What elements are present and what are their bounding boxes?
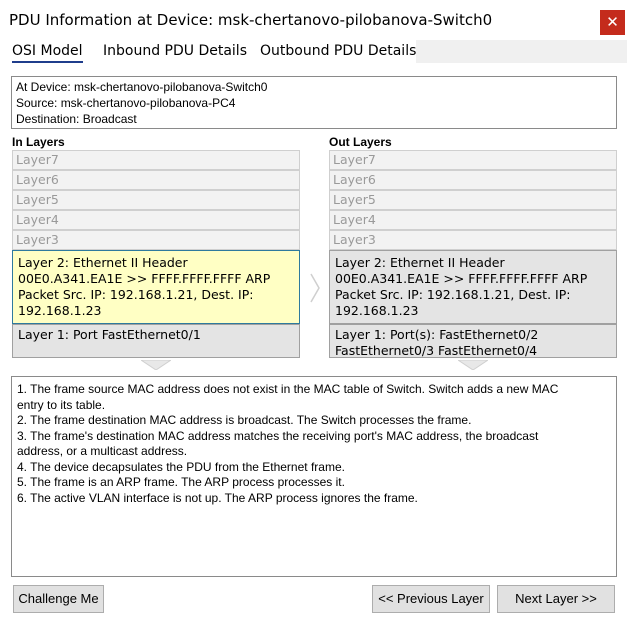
in-layer-2-line: 00E0.A341.EA1E >> FFFF.FFFF.FFFF ARP (18, 271, 271, 286)
in-layer-down-arrow-icon (141, 360, 171, 370)
close-button[interactable]: ✕ (600, 10, 625, 35)
challenge-me-button[interactable]: Challenge Me (13, 585, 104, 613)
at-device-text: At Device: msk-chertanovo-pilobanova-Swi… (16, 80, 268, 94)
in-layer-5[interactable]: Layer5 (12, 190, 300, 210)
description-line: 5. The frame is an ARP frame. The ARP pr… (17, 475, 345, 489)
out-layer-3[interactable]: Layer3 (329, 230, 617, 250)
out-layer-7[interactable]: Layer7 (329, 150, 617, 170)
close-icon: ✕ (606, 13, 619, 31)
out-layer-2-line: 00E0.A341.EA1E >> FFFF.FFFF.FFFF ARP (335, 271, 588, 286)
layer-description-box: 1. The frame source MAC address does not… (11, 376, 617, 577)
out-layer-5[interactable]: Layer5 (329, 190, 617, 210)
in-layers-stack: Layer7 Layer6 Layer5 Layer4 Layer3 Layer… (12, 150, 300, 358)
description-line: 2. The frame destination MAC address is … (17, 413, 472, 427)
flow-right-arrow-icon (310, 273, 320, 303)
tab-strip-filler (416, 40, 627, 63)
description-line: 4. The device decapsulates the PDU from … (17, 459, 345, 474)
out-layer-2[interactable]: Layer 2: Ethernet II Header 00E0.A341.EA… (329, 250, 617, 324)
in-layer-1-line: Layer 1: Port FastEthernet0/1 (18, 327, 201, 342)
in-layer-6[interactable]: Layer6 (12, 170, 300, 190)
description-line: entry to its table. (17, 397, 106, 412)
description-line: 1. The frame source MAC address does not… (17, 382, 559, 396)
out-layer-1[interactable]: Layer 1: Port(s): FastEthernet0/2 FastEt… (329, 324, 617, 358)
out-layers-stack: Layer7 Layer6 Layer5 Layer4 Layer3 Layer… (329, 150, 617, 358)
out-layer-2-line: Packet Src. IP: 192.168.1.21, Dest. IP: (335, 287, 571, 302)
tab-strip: OSI Model Inbound PDU Details Outbound P… (0, 40, 627, 63)
out-layers-heading: Out Layers (329, 135, 392, 149)
out-layer-2-line: Layer 2: Ethernet II Header (335, 255, 505, 270)
destination-text: Destination: Broadcast (16, 112, 137, 126)
in-layer-2-line: Packet Src. IP: 192.168.1.21, Dest. IP: (18, 287, 254, 302)
tab-osi-model[interactable]: OSI Model (12, 43, 83, 63)
description-line: 6. The active VLAN interface is not up. … (17, 490, 418, 505)
out-layer-2-line: 192.168.1.23 (335, 303, 419, 318)
device-info-box: At Device: msk-chertanovo-pilobanova-Swi… (11, 76, 617, 129)
in-layer-3[interactable]: Layer3 (12, 230, 300, 250)
in-layer-2-line: 192.168.1.23 (18, 303, 102, 318)
out-layer-1-line: Layer 1: Port(s): FastEthernet0/2 (335, 327, 539, 342)
out-layer-6[interactable]: Layer6 (329, 170, 617, 190)
in-layer-7[interactable]: Layer7 (12, 150, 300, 170)
in-layer-1[interactable]: Layer 1: Port FastEthernet0/1 (12, 324, 300, 358)
out-layer-down-arrow-icon (458, 360, 488, 370)
in-layer-4[interactable]: Layer4 (12, 210, 300, 230)
in-layer-2-selected[interactable]: Layer 2: Ethernet II Header 00E0.A341.EA… (12, 250, 300, 324)
tab-outbound-pdu-details[interactable]: Outbound PDU Details (260, 43, 416, 59)
previous-layer-button[interactable]: << Previous Layer (372, 585, 490, 613)
description-line: 3. The frame's destination MAC address m… (17, 428, 539, 443)
in-layers-heading: In Layers (12, 135, 65, 149)
description-line: address, or a multicast address. (17, 444, 188, 458)
in-layer-2-line: Layer 2: Ethernet II Header (18, 255, 188, 270)
out-layer-1-line: FastEthernet0/3 FastEthernet0/4 (335, 343, 538, 358)
title-bar: PDU Information at Device: msk-chertanov… (0, 0, 627, 40)
source-text: Source: msk-chertanovo-pilobanova-PC4 (16, 96, 236, 110)
tab-inbound-pdu-details[interactable]: Inbound PDU Details (103, 43, 247, 59)
next-layer-button[interactable]: Next Layer >> (497, 585, 615, 613)
out-layer-4[interactable]: Layer4 (329, 210, 617, 230)
window-title: PDU Information at Device: msk-chertanov… (9, 11, 493, 29)
